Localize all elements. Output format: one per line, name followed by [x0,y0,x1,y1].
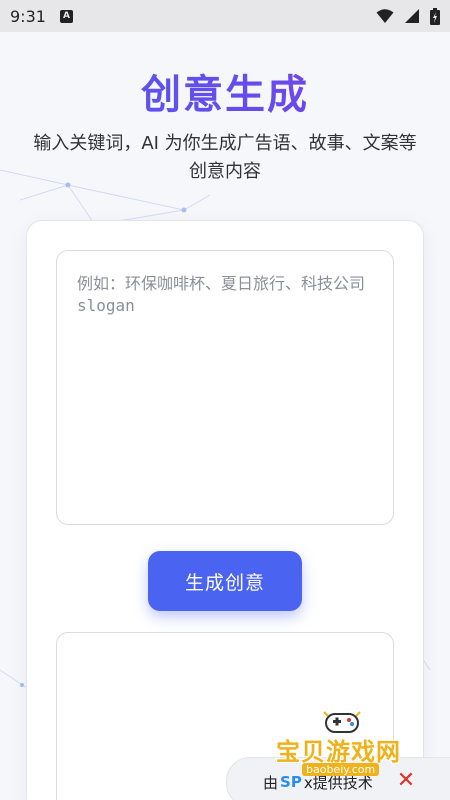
powered-prefix: 由 [263,773,279,792]
wifi-icon [376,9,394,23]
keyword-input[interactable] [56,250,394,525]
generate-button[interactable]: 生成创意 [148,551,302,611]
close-icon[interactable]: ✕ [395,770,417,792]
signal-icon [405,9,419,23]
page-title: 创意生成 [0,62,450,120]
page-subtitle: 输入关键词，AI 为你生成广告语、故事、文案等创意内容 [33,133,417,182]
watermark-url: baobeiy.com [302,763,380,776]
status-icons [376,7,440,25]
battery-icon [430,7,440,25]
status-time: 9:31 [10,6,46,26]
status-bar: 9:31 A [0,0,450,32]
app-notification-icon: A [59,9,73,23]
watermark-logo: 宝贝游戏网 [276,738,401,766]
powered-brand: SP [280,773,302,791]
